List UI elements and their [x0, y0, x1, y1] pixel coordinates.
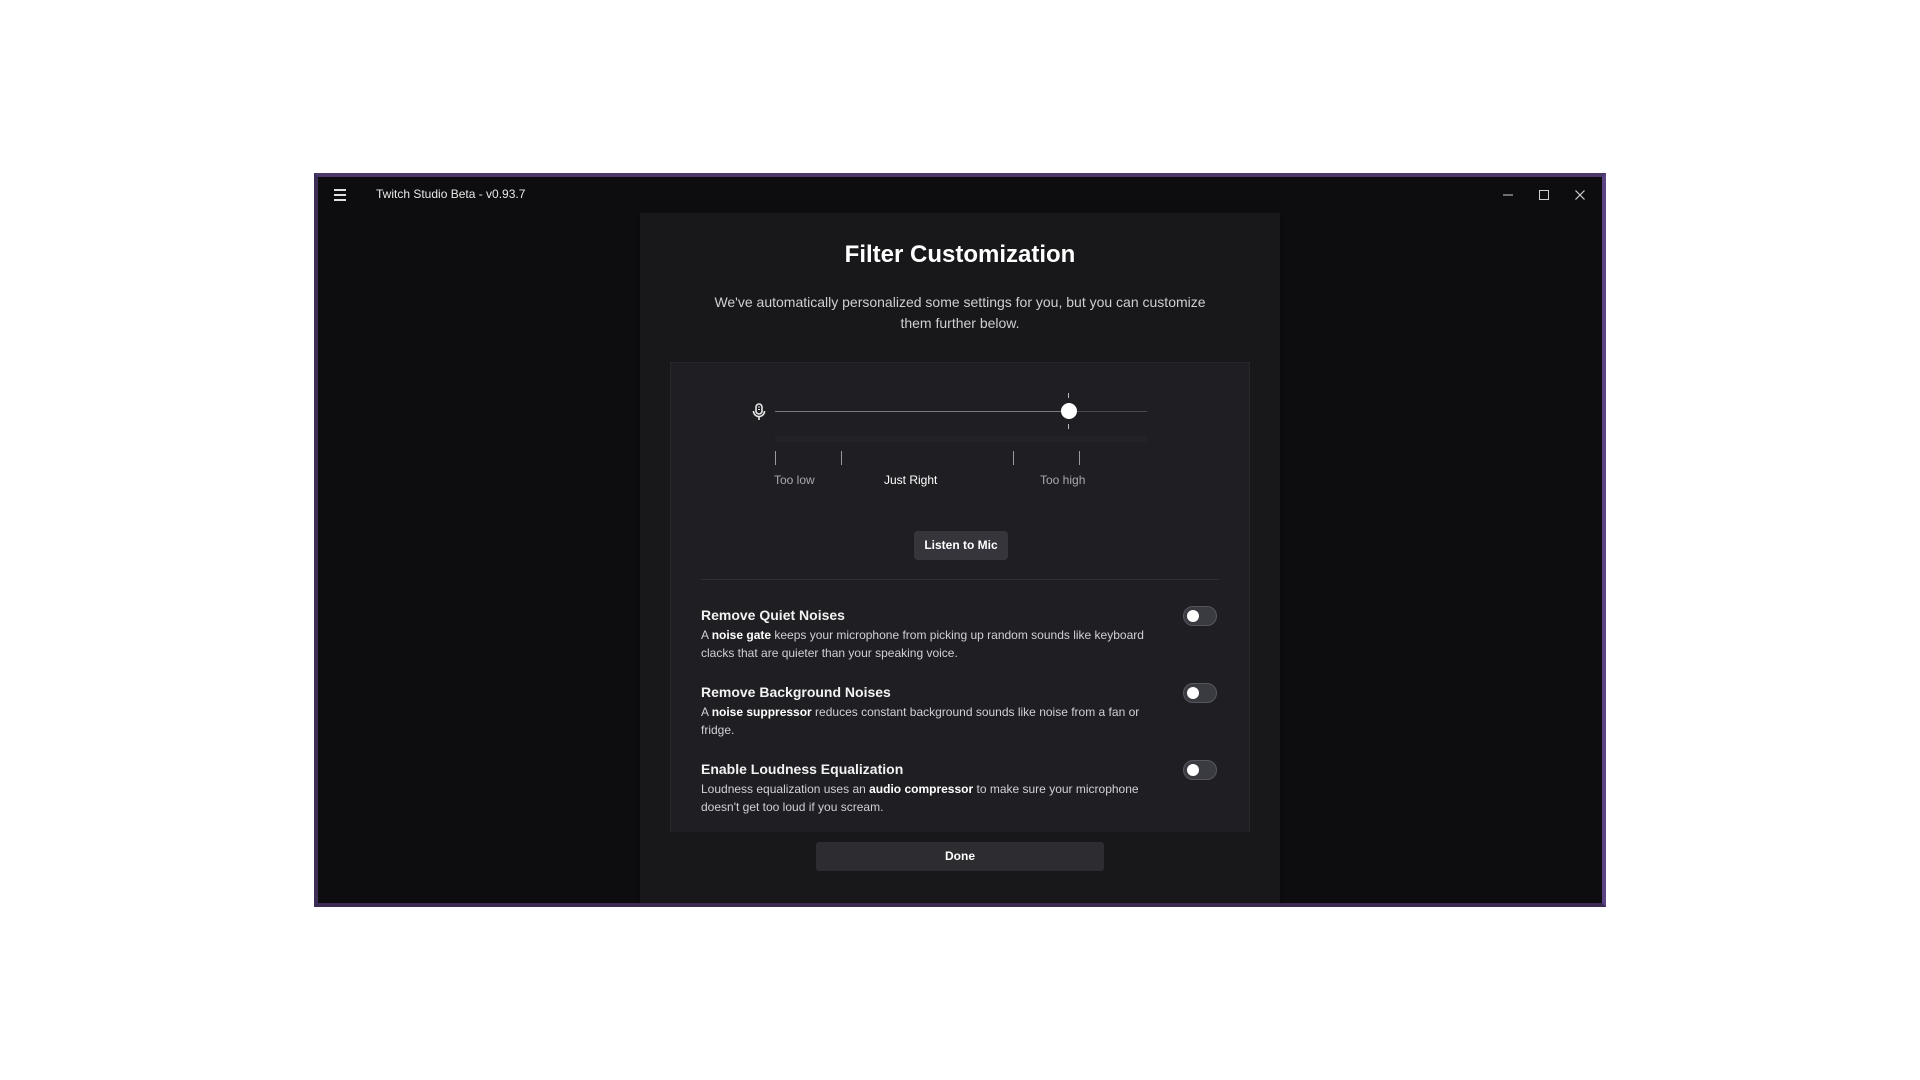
option-title: Remove Quiet Noises — [701, 607, 845, 623]
microphone-icon — [751, 403, 767, 426]
page-title: Filter Customization — [844, 241, 1076, 268]
option-remove-quiet-noises: Remove Quiet Noises A noise gate keeps y… — [701, 606, 1221, 662]
close-icon[interactable] — [1562, 183, 1598, 207]
divider — [701, 579, 1219, 580]
mic-sensitivity-fill — [775, 411, 1069, 412]
scale-tick — [1013, 451, 1014, 465]
page-subtitle: We've automatically personalized some se… — [714, 294, 1206, 331]
option-remove-background-noises: Remove Background Noises A noise suppres… — [701, 683, 1221, 739]
toggle-knob — [1187, 687, 1199, 699]
scale-label-just-right: Just Right — [884, 473, 938, 487]
scale-label-too-high: Too high — [1040, 473, 1086, 487]
mic-level-meter — [775, 436, 1147, 442]
scale-tick — [841, 451, 842, 465]
minimize-icon[interactable] — [1490, 183, 1526, 207]
maximize-icon[interactable] — [1526, 183, 1562, 207]
toggle-knob — [1187, 764, 1199, 776]
app-window: Twitch Studio Beta - v0.93.7 Filter Cust… — [314, 173, 1606, 907]
title-bar: Twitch Studio Beta - v0.93.7 — [318, 177, 1602, 213]
option-title: Remove Background Noises — [701, 684, 891, 700]
scale-tick — [1079, 451, 1080, 465]
remove-background-noises-toggle[interactable] — [1183, 683, 1217, 703]
loudness-equalization-toggle[interactable] — [1183, 760, 1217, 780]
option-description: Loudness equalization uses an audio comp… — [701, 782, 1139, 814]
option-description: A noise gate keeps your microphone from … — [701, 628, 1144, 660]
option-title: Enable Loudness Equalization — [701, 761, 904, 777]
scale-tick — [775, 451, 776, 465]
remove-quiet-noises-toggle[interactable] — [1183, 606, 1217, 626]
filter-customization-panel: Filter Customization We've automatically… — [640, 213, 1280, 903]
option-loudness-equalization: Enable Loudness Equalization Loudness eq… — [701, 760, 1221, 816]
right-panel — [1284, 213, 1602, 903]
scale-label-too-low: Too low — [774, 473, 815, 487]
mic-sensitivity-slider-thumb[interactable] — [1060, 403, 1077, 419]
toggle-knob — [1187, 610, 1199, 622]
left-panel — [318, 213, 636, 903]
option-description: A noise suppressor reduces constant back… — [701, 705, 1140, 737]
filter-settings-card: Too low Just Right Too high Listen to Mi… — [670, 362, 1250, 832]
hamburger-menu-icon[interactable] — [328, 185, 352, 205]
window-title: Twitch Studio Beta - v0.93.7 — [376, 187, 526, 201]
done-button[interactable]: Done — [816, 842, 1104, 871]
listen-to-mic-button[interactable]: Listen to Mic — [914, 531, 1008, 560]
